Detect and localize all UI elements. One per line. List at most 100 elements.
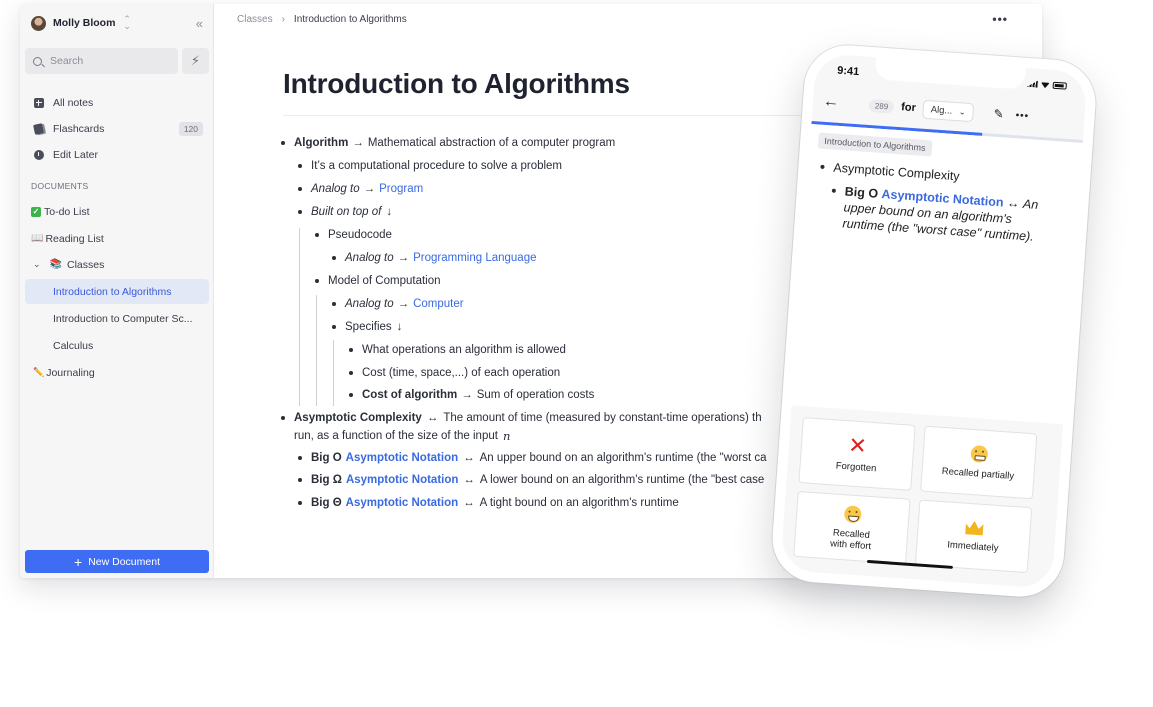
sidebar-doc-intro-cs[interactable]: Introduction to Computer Sc... [25, 306, 209, 331]
collapse-sidebar-icon[interactable]: « [196, 16, 203, 31]
sidebar-item-label: All notes [53, 97, 94, 109]
outline-item: Big Θ Asymptotic Notation ↔ A tight boun… [298, 494, 679, 512]
new-document-button[interactable]: + New Document [25, 550, 209, 573]
outline-item: Built on top of ↓ [298, 203, 392, 221]
account-switcher[interactable]: Molly Bloom ⌃ ⌄ « [31, 14, 203, 32]
sidebar-doc-todo[interactable]: ✓ To-do List [25, 199, 209, 224]
doc-label: To-do List [44, 205, 90, 218]
clock-icon [33, 150, 44, 161]
outline-item: Specifies ↓ [332, 318, 402, 336]
bolt-icon: ⚡︎ [190, 53, 201, 68]
outline-item: Algorithm → Mathematical abstraction of … [281, 134, 615, 152]
grin-face-icon [843, 504, 862, 523]
search-input[interactable] [50, 55, 160, 67]
outline-item: Analog to → Computer [332, 295, 464, 313]
sidebar-doc-reading-list[interactable]: 📖 Reading List [25, 226, 209, 251]
grade-buttons: ✕ Forgotten Recalled partially Recalled … [793, 417, 1038, 574]
outline-item: Pseudocode [315, 226, 392, 244]
sidebar-doc-intro-algorithms[interactable]: Introduction to Algorithms [25, 279, 209, 304]
search-icon [33, 56, 42, 66]
sidebar-item-label: Edit Later [53, 149, 98, 161]
chevron-down-icon[interactable]: ⌄ [33, 259, 41, 270]
card-term: Big O [844, 184, 879, 201]
flashcard-count-badge: 120 [178, 122, 203, 136]
sidebar-item-flashcards[interactable]: Flashcards 120 [25, 117, 209, 141]
deck-select[interactable]: Alg... ⌄ [922, 99, 975, 122]
flashcard: Introduction to Algorithms Asymptotic Co… [791, 123, 1083, 425]
sidebar-doc-calculus[interactable]: Calculus [25, 333, 209, 358]
grade-partial-button[interactable]: Recalled partially [920, 425, 1038, 500]
deck-select-value: Alg... [930, 103, 953, 117]
link-asymptotic-notation[interactable]: Asymptotic Notation [346, 452, 458, 464]
grade-forgotten-button[interactable]: ✕ Forgotten [798, 417, 916, 491]
outline-item: Big Ω Asymptotic Notation ↔ A lower boun… [298, 471, 764, 489]
indent-guide [316, 295, 317, 406]
outline-item: Analog to → Program [298, 180, 423, 198]
grade-effort-button[interactable]: Recalled with effort [793, 490, 911, 565]
sidebar-doc-journaling[interactable]: ✏️ Journaling [25, 360, 209, 385]
phone-mockup: 9:41 ← 289 for Alg... ⌄ ✎ ••• Introducti… [769, 42, 1099, 600]
chevron-down-icon: ⌄ [958, 106, 967, 117]
cross-icon: ✕ [847, 432, 868, 460]
cards-remaining-badge: 289 [868, 98, 895, 114]
outline-item: Big O Asymptotic Notation ↔ An upper bou… [298, 449, 767, 467]
outline-item: What operations an algorithm is allowed [349, 341, 566, 359]
outline-item: It’s a computational procedure to solve … [298, 157, 562, 175]
for-label: for [900, 101, 917, 115]
phone-notch [874, 55, 1027, 90]
doc-label: Introduction to Algorithms [53, 285, 172, 298]
new-document-label: New Document [88, 555, 160, 568]
grade-immediately-button[interactable]: Immediately [914, 499, 1033, 574]
pencil-icon: ✏️ [33, 367, 45, 377]
grade-label: Forgotten [835, 460, 877, 474]
doc-label: Introduction to Computer Sc... [53, 312, 193, 325]
doc-label: Classes [67, 258, 105, 271]
user-name: Molly Bloom [53, 17, 116, 29]
doc-label: Calculus [53, 339, 94, 352]
flashcard-content: Asymptotic Complexity Big O Asymptotic N… [816, 159, 1045, 246]
outline-item: Model of Computation [315, 272, 441, 290]
grid-icon [33, 98, 44, 109]
grimace-face-icon [970, 444, 989, 464]
doc-label: Journaling [46, 366, 95, 379]
indent-guide [299, 228, 300, 406]
status-icons [1027, 80, 1067, 90]
documents-section-label: DOCUMENTS [31, 181, 89, 191]
outline-item: Cost (time, space,...) of each operation [349, 364, 560, 382]
grade-label: Recalled partially [941, 465, 1015, 482]
wifi-icon [1041, 81, 1050, 89]
books-icon: 📚 [49, 259, 62, 270]
sidebar-item-label: Flashcards [53, 123, 105, 135]
link-asymptotic-notation[interactable]: Asymptotic Notation [346, 497, 458, 509]
outline-item: Asymptotic Complexity ↔ The amount of ti… [281, 409, 762, 427]
sidebar-item-all-notes[interactable]: All notes [25, 91, 209, 115]
document-tag: Introduction to Algorithms [817, 132, 933, 157]
sidebar-doc-classes[interactable]: ⌄ 📚 Classes [25, 252, 209, 277]
more-options-icon[interactable]: ••• [1015, 110, 1029, 122]
link-asymptotic-notation[interactable]: Asymptotic Notation [346, 474, 458, 486]
back-arrow-icon[interactable]: ← [822, 93, 839, 112]
sidebar-item-edit-later[interactable]: Edit Later [25, 143, 209, 167]
grade-label: with effort [829, 537, 872, 552]
signal-icon [1027, 80, 1038, 88]
cards-icon [33, 123, 44, 135]
search-field[interactable] [25, 48, 178, 74]
checkmark-icon: ✓ [31, 206, 41, 217]
plus-icon: + [74, 553, 83, 570]
book-icon: 📖 [31, 233, 44, 244]
outline-item-continuation: run, as a function of the size of the in… [294, 429, 511, 443]
grade-label: Immediately [946, 538, 999, 554]
crown-icon [965, 520, 984, 535]
doc-label: Reading List [45, 232, 104, 245]
avatar [31, 15, 46, 31]
quick-action-button[interactable]: ⚡︎ [182, 48, 209, 74]
edit-pencil-icon[interactable]: ✎ [993, 107, 1004, 122]
outline-item: Cost of algorithm → Sum of operation cos… [349, 386, 594, 404]
sidebar: Molly Bloom ⌃⌄ « ⚡︎ All notes Flashcards… [20, 4, 214, 578]
link-program[interactable]: Program [379, 183, 423, 195]
card-heading: Asymptotic Complexity [832, 160, 961, 184]
link-programming-language[interactable]: Programming Language [413, 252, 536, 264]
battery-icon [1052, 81, 1067, 90]
outline-item: Analog to → Programming Language [332, 249, 537, 267]
link-computer[interactable]: Computer [413, 298, 464, 310]
